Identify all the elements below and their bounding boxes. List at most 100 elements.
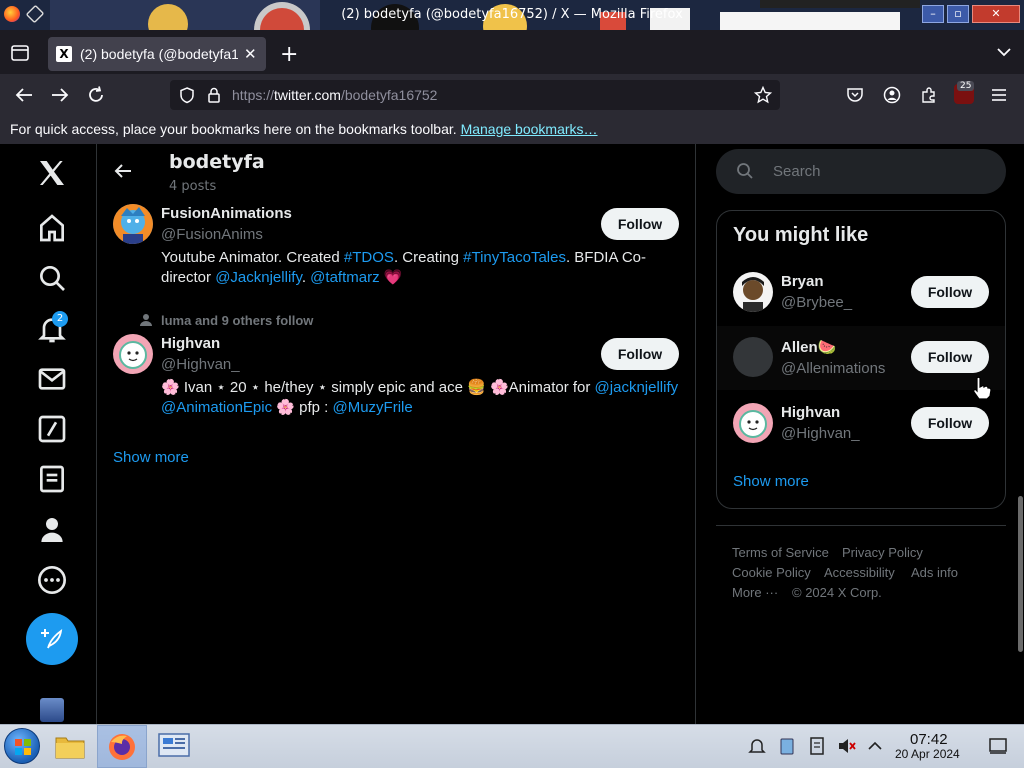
- avatar[interactable]: [733, 337, 773, 377]
- browser-tab[interactable]: X (2) bodetyfa (@bodetyfa16752) / X ✕: [48, 37, 266, 71]
- bookmarks-hint: For quick access, place your bookmarks h…: [10, 121, 457, 137]
- more-options-icon[interactable]: [36, 564, 68, 596]
- bio-link[interactable]: @taftmarz: [310, 269, 379, 286]
- suggestion-name[interactable]: Highvan: [781, 404, 840, 421]
- close-window-button[interactable]: ✕: [972, 5, 1020, 23]
- user-bio: Youtube Animator. Created #TDOS. Creatin…: [161, 248, 671, 288]
- follow-button[interactable]: Follow: [601, 338, 679, 370]
- bio-text: . Creating: [393, 249, 464, 266]
- tab-close-icon[interactable]: ✕: [244, 45, 257, 63]
- highvan-avatar-image: [733, 403, 773, 443]
- bio-link[interactable]: @Jacknjellify: [215, 269, 302, 286]
- notification-tray-icon[interactable]: [747, 736, 767, 756]
- volume-muted-icon[interactable]: [837, 736, 857, 756]
- footer-link-more[interactable]: More ···: [732, 585, 778, 600]
- footer-link-accessibility[interactable]: Accessibility: [824, 565, 895, 580]
- maximize-button[interactable]: ▫: [947, 5, 969, 23]
- user-name[interactable]: Highvan: [161, 335, 220, 352]
- window-title: (2) bodetyfa (@bodetyfa16752) / X — Mozi…: [341, 7, 683, 22]
- url-bar[interactable]: https://twitter.com/bodetyfa16752: [170, 80, 780, 110]
- footer-link-privacy[interactable]: Privacy Policy: [842, 545, 923, 560]
- person-followed-icon: [140, 314, 152, 326]
- compose-post-button[interactable]: [26, 613, 78, 665]
- profile-person-icon[interactable]: [36, 514, 68, 546]
- user-handle[interactable]: @Highvan_: [161, 356, 240, 373]
- lock-icon[interactable]: [206, 86, 222, 104]
- desktop-app-icon[interactable]: [40, 698, 64, 722]
- hand-cursor-icon: [973, 376, 992, 400]
- show-more-link[interactable]: Show more: [113, 449, 189, 466]
- bio-link[interactable]: @jacknjellify: [595, 379, 679, 396]
- suggestion-name[interactable]: Allen🍉: [781, 338, 836, 356]
- footer-link-cookie[interactable]: Cookie Policy: [732, 565, 811, 580]
- new-tab-button[interactable]: +: [280, 42, 298, 67]
- bio-text: 🌸 pfp :: [272, 399, 333, 416]
- document-tray-icon[interactable]: [807, 736, 827, 756]
- bookmark-star-icon[interactable]: [754, 86, 772, 104]
- tray-chevron-up-icon[interactable]: [865, 736, 885, 756]
- avatar[interactable]: [733, 403, 773, 443]
- file-manager-folder-icon[interactable]: [54, 731, 86, 761]
- reload-icon[interactable]: [86, 85, 106, 105]
- follow-button[interactable]: Follow: [911, 407, 989, 439]
- control-panel-icon[interactable]: [158, 731, 190, 761]
- clock-time[interactable]: 07:42: [910, 731, 948, 748]
- minimize-button[interactable]: –: [922, 5, 944, 23]
- highvan-avatar-image: [113, 334, 153, 374]
- followed-by-text: luma and 9 others follow: [161, 313, 314, 328]
- grok-slash-icon[interactable]: [36, 413, 68, 445]
- user-name[interactable]: FusionAnimations: [161, 205, 292, 222]
- you-might-like-show-more-link[interactable]: Show more: [733, 473, 809, 490]
- suggestion-name[interactable]: Bryan: [781, 273, 824, 290]
- shield-icon[interactable]: [178, 86, 196, 104]
- show-desktop-icon[interactable]: [988, 736, 1008, 756]
- footer-link-ads[interactable]: Ads info: [911, 565, 958, 580]
- tab-list-icon[interactable]: [10, 44, 30, 62]
- tab-overflow-chevron-down-icon[interactable]: [996, 46, 1012, 58]
- follow-button[interactable]: Follow: [911, 276, 989, 308]
- explore-search-icon[interactable]: [36, 262, 68, 294]
- extension-badge: 25: [957, 81, 975, 91]
- manage-bookmarks-link[interactable]: Manage bookmarks…: [461, 121, 598, 137]
- pocket-icon[interactable]: [846, 86, 864, 104]
- lists-icon[interactable]: [36, 463, 68, 495]
- bio-text: 🌸 Ivan ⋆ 20 ⋆ he/they ⋆ simply epic and …: [161, 379, 595, 396]
- profile-back-arrow-icon[interactable]: [112, 160, 134, 182]
- bio-link[interactable]: @AnimationEpic: [161, 399, 272, 416]
- extensions-puzzle-icon[interactable]: [920, 86, 938, 104]
- bio-text: 💗: [379, 269, 403, 286]
- x-logo-icon[interactable]: [36, 157, 68, 189]
- x-favicon-icon: X: [56, 46, 72, 62]
- messages-mail-icon[interactable]: [36, 363, 68, 395]
- back-arrow-icon[interactable]: [14, 86, 34, 104]
- suggestion-handle[interactable]: @Highvan_: [781, 425, 860, 442]
- window-titlebar: (2) bodetyfa (@bodetyfa16752) / X — Mozi…: [0, 0, 1024, 30]
- avatar[interactable]: [733, 272, 773, 312]
- bookmarks-toolbar: For quick access, place your bookmarks h…: [0, 116, 1024, 144]
- suggestion-handle[interactable]: @Allenimations: [781, 360, 885, 377]
- page-scrollbar[interactable]: [1018, 496, 1023, 652]
- user-handle[interactable]: @FusionAnims: [161, 226, 263, 243]
- user-bio: 🌸 Ivan ⋆ 20 ⋆ he/they ⋆ simply epic and …: [161, 378, 681, 418]
- footer-link-terms[interactable]: Terms of Service: [732, 545, 829, 560]
- url-text[interactable]: https://twitter.com/bodetyfa16752: [232, 87, 437, 103]
- clock-date[interactable]: 20 Apr 2024: [895, 747, 960, 761]
- follow-button[interactable]: Follow: [911, 341, 989, 373]
- avatar[interactable]: [113, 204, 153, 244]
- clipboard-tray-icon[interactable]: [777, 736, 797, 756]
- avatar[interactable]: [113, 334, 153, 374]
- home-icon[interactable]: [36, 212, 68, 244]
- forward-arrow-icon[interactable]: [50, 86, 70, 104]
- bio-link[interactable]: @MuzyFrile: [332, 399, 412, 416]
- taskbar-firefox-active[interactable]: [97, 725, 147, 768]
- bryan-avatar-image: [733, 272, 773, 312]
- account-icon[interactable]: [883, 86, 901, 104]
- profile-name: bodetyfa: [169, 151, 265, 173]
- bio-link[interactable]: #TinyTacoTales: [463, 249, 566, 266]
- suggestion-handle[interactable]: @Brybee_: [781, 294, 852, 311]
- hamburger-menu-icon[interactable]: [990, 87, 1008, 103]
- start-menu-button[interactable]: [4, 728, 40, 764]
- search-input[interactable]: Search: [716, 149, 1006, 194]
- follow-button[interactable]: Follow: [601, 208, 679, 240]
- bio-link[interactable]: #TDOS: [344, 249, 394, 266]
